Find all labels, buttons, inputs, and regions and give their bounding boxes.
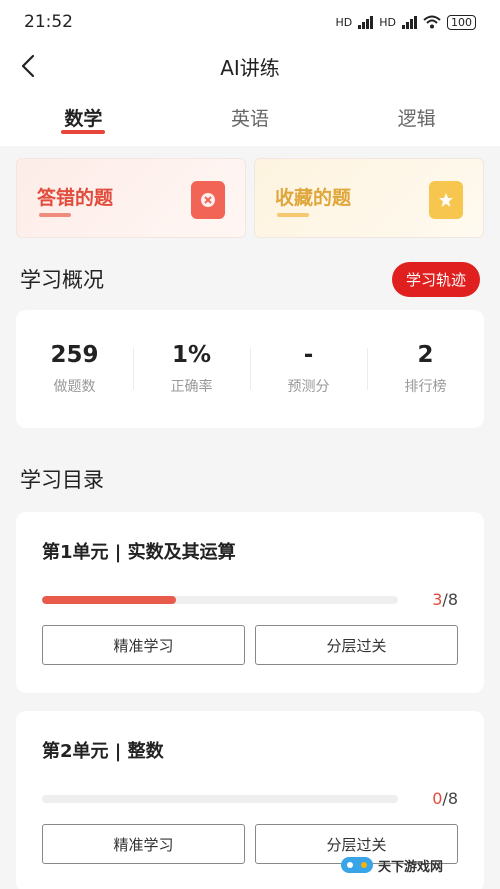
- stat-value: 2: [417, 342, 434, 368]
- game-controller-icon: [341, 857, 373, 873]
- wrong-questions-label: 答错的题: [37, 187, 114, 209]
- unit-title: 第1单元 | 实数及其运算: [42, 542, 236, 563]
- stat-value: 1%: [171, 342, 212, 368]
- tab-math[interactable]: 数学: [0, 88, 167, 146]
- progress-text: 0/8: [432, 789, 458, 808]
- overview-title: 学习概况: [20, 268, 104, 292]
- stat-value: -: [303, 342, 314, 368]
- progress-track: [42, 595, 399, 604]
- watermark-logo: 天下游戏网: [340, 847, 490, 883]
- progress-track: [42, 794, 399, 803]
- watermark-text: 天下游戏网: [378, 859, 444, 875]
- stat-ranking[interactable]: 2 排行榜: [367, 342, 484, 396]
- level-pass-button[interactable]: 分层过关: [255, 625, 458, 665]
- progress-fill: [42, 595, 176, 604]
- stat-label: 排行榜: [404, 379, 447, 395]
- hd-label: HD: [335, 15, 353, 29]
- unit-title: 第2单元 | 整数: [42, 741, 164, 762]
- nav-bar: AI讲练: [0, 44, 500, 88]
- progress-done: 3: [432, 590, 443, 609]
- hd-label-2: HD: [379, 15, 396, 29]
- unit-progress: 0/8: [42, 789, 458, 808]
- status-bar: 21:52 HD HD 100: [0, 0, 500, 44]
- favorite-questions-card[interactable]: 收藏的题: [254, 158, 484, 238]
- unit-actions: 精准学习 分层过关: [42, 625, 458, 665]
- subject-tabs: 数学 英语 逻辑: [0, 88, 500, 146]
- wrong-underline: [39, 213, 71, 217]
- tab-logic[interactable]: 逻辑: [333, 88, 500, 146]
- progress-text: 3/8: [432, 590, 458, 609]
- tab-english[interactable]: 英语: [167, 88, 334, 146]
- unit-card-1: 第1单元 | 实数及其运算 3/8 精准学习 分层过关: [16, 512, 484, 693]
- favorite-questions-label: 收藏的题: [275, 187, 352, 209]
- page-title: AI讲练: [220, 55, 280, 80]
- progress-total: /8: [442, 789, 458, 808]
- star-bookmark-icon: [429, 181, 463, 219]
- stat-predicted-score: - 预测分: [250, 342, 367, 396]
- status-icons: HD HD 100: [335, 14, 476, 30]
- back-button[interactable]: [14, 52, 42, 80]
- progress-done: 0: [432, 789, 443, 808]
- stat-label: 正确率: [170, 379, 213, 395]
- signal-icon: [358, 15, 374, 29]
- favorite-underline: [277, 213, 309, 217]
- overview-header: 学习概况 学习轨迹: [0, 250, 500, 298]
- stat-label: 预测分: [287, 379, 330, 395]
- catalog-header: 学习目录: [0, 428, 500, 494]
- shortcut-row: 答错的题 收藏的题: [0, 146, 500, 250]
- wrong-questions-card[interactable]: 答错的题: [16, 158, 246, 238]
- chevron-left-icon: [21, 54, 35, 78]
- precise-study-button[interactable]: 精准学习: [42, 824, 245, 864]
- stat-label: 做题数: [53, 379, 96, 395]
- progress-total: /8: [442, 590, 458, 609]
- stat-value: 259: [50, 342, 99, 368]
- battery-icon: 100: [447, 14, 476, 30]
- wifi-icon: [423, 15, 441, 29]
- stats-card: 259 做题数 1% 正确率 - 预测分 2 排行榜: [16, 310, 484, 428]
- catalog-title: 学习目录: [20, 468, 104, 492]
- stat-accuracy: 1% 正确率: [133, 342, 250, 396]
- status-time: 21:52: [24, 12, 73, 32]
- wrong-clipboard-icon: [191, 181, 225, 219]
- precise-study-button[interactable]: 精准学习: [42, 625, 245, 665]
- learning-track-button[interactable]: 学习轨迹: [391, 261, 480, 297]
- stat-questions: 259 做题数: [16, 342, 133, 396]
- unit-progress: 3/8: [42, 590, 458, 609]
- signal-icon-2: [402, 15, 417, 29]
